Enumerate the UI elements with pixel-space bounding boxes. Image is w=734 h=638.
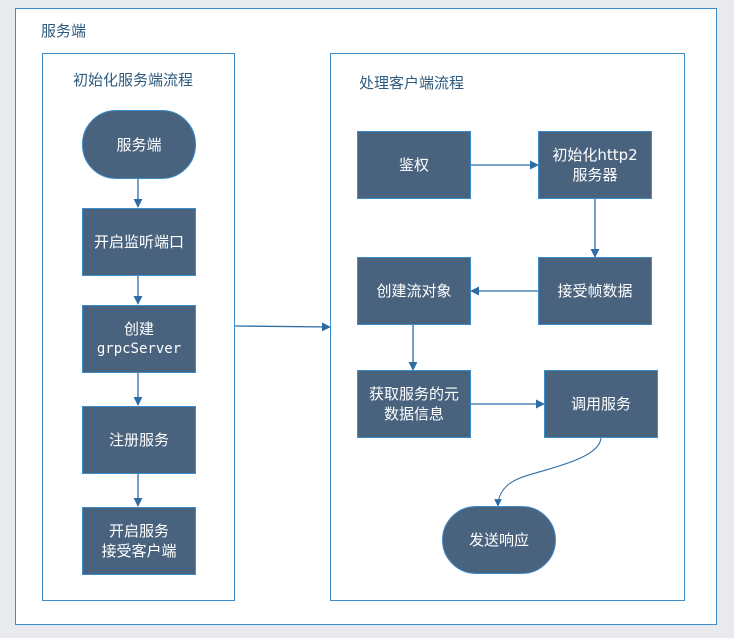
node-create-grpc-server[interactable]: 创建 grpcServer [82,305,196,373]
node-init-http2-server[interactable]: 初始化http2 服务器 [538,131,652,199]
node-start-accept-client-line1: 开启服务 [108,522,169,540]
node-init-http2-server-line1: 初始化http2 [552,146,638,164]
init-server-panel-title: 初始化服务端流程 [73,71,194,89]
node-register-service-label: 注册服务 [108,431,169,449]
node-init-http2-server-line2: 服务器 [572,166,618,184]
node-server-label: 服务端 [116,135,162,154]
node-auth-label: 鉴权 [398,156,429,174]
node-receive-frame-data-label: 接受帧数据 [557,282,633,300]
node-create-grpc-server-line2: grpcServer [96,341,182,357]
node-get-service-metadata[interactable]: 获取服务的元 数据信息 [357,370,471,438]
node-auth[interactable]: 鉴权 [357,131,471,199]
node-open-listen-port-label: 开启监听端口 [93,233,184,251]
node-create-grpc-server-line1: 创建 [123,320,154,338]
node-create-stream-object-label: 创建流对象 [376,282,452,300]
node-server[interactable]: 服务端 [82,110,196,179]
node-get-service-metadata-line2: 数据信息 [383,405,444,423]
node-receive-frame-data[interactable]: 接受帧数据 [538,257,652,325]
node-invoke-service-label: 调用服务 [570,395,631,413]
node-send-response-label: 发送响应 [468,531,529,549]
node-register-service[interactable]: 注册服务 [82,406,196,474]
server-container-title: 服务端 [41,22,87,40]
node-create-stream-object[interactable]: 创建流对象 [357,257,471,325]
node-start-accept-client-line2: 接受客户端 [101,542,177,560]
node-send-response[interactable]: 发送响应 [442,506,556,574]
node-open-listen-port[interactable]: 开启监听端口 [82,208,196,276]
node-invoke-service[interactable]: 调用服务 [544,370,658,438]
node-start-accept-client[interactable]: 开启服务 接受客户端 [82,507,196,575]
handle-client-panel-title: 处理客户端流程 [359,74,465,92]
node-get-service-metadata-line1: 获取服务的元 [368,385,459,403]
